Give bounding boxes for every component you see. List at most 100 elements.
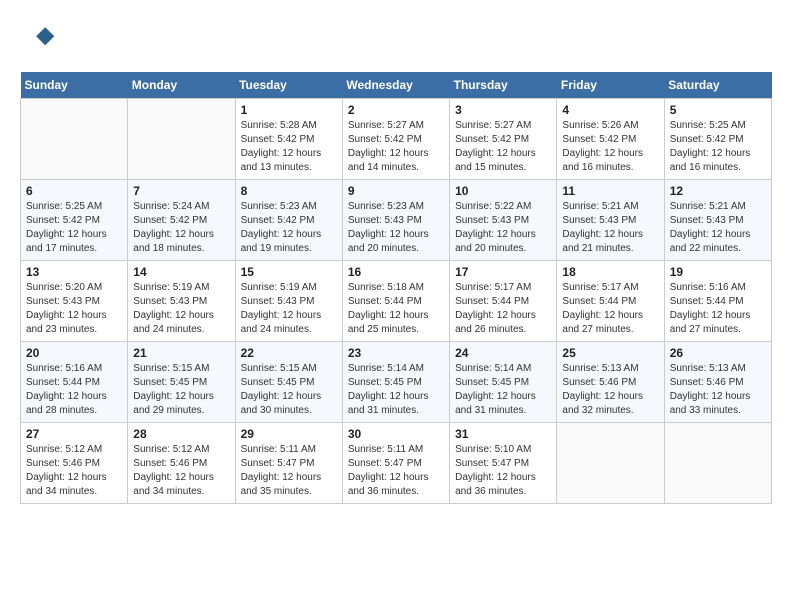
day-cell: 10 Sunrise: 5:22 AM Sunset: 5:43 PM Dayli…	[450, 180, 557, 261]
day-number: 17	[455, 265, 551, 279]
day-cell: 28 Sunrise: 5:12 AM Sunset: 5:46 PM Dayli…	[128, 423, 235, 504]
day-cell: 2 Sunrise: 5:27 AM Sunset: 5:42 PM Daylig…	[342, 99, 449, 180]
day-info: Sunrise: 5:24 AM Sunset: 5:42 PM Dayligh…	[133, 200, 229, 256]
day-info: Sunrise: 5:14 AM Sunset: 5:45 PM Dayligh…	[348, 362, 444, 418]
day-number: 2	[348, 103, 444, 117]
calendar-table: SundayMondayTuesdayWednesdayThursdayFrid…	[20, 72, 772, 504]
day-number: 26	[670, 346, 766, 360]
day-number: 16	[348, 265, 444, 279]
col-header-tuesday: Tuesday	[235, 72, 342, 99]
col-header-friday: Friday	[557, 72, 664, 99]
day-number: 10	[455, 184, 551, 198]
day-cell: 27 Sunrise: 5:12 AM Sunset: 5:46 PM Dayli…	[21, 423, 128, 504]
week-row-5: 27 Sunrise: 5:12 AM Sunset: 5:46 PM Dayli…	[21, 423, 772, 504]
day-number: 23	[348, 346, 444, 360]
day-number: 27	[26, 427, 122, 441]
day-info: Sunrise: 5:25 AM Sunset: 5:42 PM Dayligh…	[670, 119, 766, 175]
day-info: Sunrise: 5:28 AM Sunset: 5:42 PM Dayligh…	[241, 119, 337, 175]
day-info: Sunrise: 5:17 AM Sunset: 5:44 PM Dayligh…	[562, 281, 658, 337]
day-cell: 21 Sunrise: 5:15 AM Sunset: 5:45 PM Dayli…	[128, 342, 235, 423]
day-info: Sunrise: 5:27 AM Sunset: 5:42 PM Dayligh…	[348, 119, 444, 175]
day-number: 19	[670, 265, 766, 279]
day-info: Sunrise: 5:22 AM Sunset: 5:43 PM Dayligh…	[455, 200, 551, 256]
day-info: Sunrise: 5:12 AM Sunset: 5:46 PM Dayligh…	[26, 443, 122, 499]
day-info: Sunrise: 5:26 AM Sunset: 5:42 PM Dayligh…	[562, 119, 658, 175]
day-info: Sunrise: 5:13 AM Sunset: 5:46 PM Dayligh…	[670, 362, 766, 418]
day-cell: 19 Sunrise: 5:16 AM Sunset: 5:44 PM Dayli…	[664, 261, 771, 342]
day-cell: 1 Sunrise: 5:28 AM Sunset: 5:42 PM Daylig…	[235, 99, 342, 180]
day-number: 24	[455, 346, 551, 360]
day-info: Sunrise: 5:14 AM Sunset: 5:45 PM Dayligh…	[455, 362, 551, 418]
day-cell: 22 Sunrise: 5:15 AM Sunset: 5:45 PM Dayli…	[235, 342, 342, 423]
day-number: 5	[670, 103, 766, 117]
day-cell: 11Sunrise: 5:21 AM Sunset: 5:43 PM Dayli…	[557, 180, 664, 261]
day-cell: 4 Sunrise: 5:26 AM Sunset: 5:42 PM Daylig…	[557, 99, 664, 180]
day-number: 28	[133, 427, 229, 441]
week-row-2: 6 Sunrise: 5:25 AM Sunset: 5:42 PM Daylig…	[21, 180, 772, 261]
day-cell: 25 Sunrise: 5:13 AM Sunset: 5:46 PM Dayli…	[557, 342, 664, 423]
day-info: Sunrise: 5:17 AM Sunset: 5:44 PM Dayligh…	[455, 281, 551, 337]
day-number: 15	[241, 265, 337, 279]
day-info: Sunrise: 5:19 AM Sunset: 5:43 PM Dayligh…	[241, 281, 337, 337]
header-row: SundayMondayTuesdayWednesdayThursdayFrid…	[21, 72, 772, 99]
day-info: Sunrise: 5:20 AM Sunset: 5:43 PM Dayligh…	[26, 281, 122, 337]
day-cell: 20 Sunrise: 5:16 AM Sunset: 5:44 PM Dayli…	[21, 342, 128, 423]
day-number: 25	[562, 346, 658, 360]
week-row-1: 1 Sunrise: 5:28 AM Sunset: 5:42 PM Daylig…	[21, 99, 772, 180]
day-cell: 31Sunrise: 5:10 AM Sunset: 5:47 PM Dayli…	[450, 423, 557, 504]
col-header-thursday: Thursday	[450, 72, 557, 99]
day-info: Sunrise: 5:18 AM Sunset: 5:44 PM Dayligh…	[348, 281, 444, 337]
day-number: 13	[26, 265, 122, 279]
day-info: Sunrise: 5:27 AM Sunset: 5:42 PM Dayligh…	[455, 119, 551, 175]
col-header-wednesday: Wednesday	[342, 72, 449, 99]
day-cell: 23 Sunrise: 5:14 AM Sunset: 5:45 PM Dayli…	[342, 342, 449, 423]
day-number: 31	[455, 427, 551, 441]
day-info: Sunrise: 5:11 AM Sunset: 5:47 PM Dayligh…	[241, 443, 337, 499]
day-number: 14	[133, 265, 229, 279]
day-number: 30	[348, 427, 444, 441]
day-number: 6	[26, 184, 122, 198]
day-cell: 24 Sunrise: 5:14 AM Sunset: 5:45 PM Dayli…	[450, 342, 557, 423]
day-number: 8	[241, 184, 337, 198]
day-number: 22	[241, 346, 337, 360]
day-number: 4	[562, 103, 658, 117]
day-info: Sunrise: 5:13 AM Sunset: 5:46 PM Dayligh…	[562, 362, 658, 418]
day-info: Sunrise: 5:15 AM Sunset: 5:45 PM Dayligh…	[133, 362, 229, 418]
day-info: Sunrise: 5:16 AM Sunset: 5:44 PM Dayligh…	[670, 281, 766, 337]
day-cell: 18Sunrise: 5:17 AM Sunset: 5:44 PM Dayli…	[557, 261, 664, 342]
day-cell: 16 Sunrise: 5:18 AM Sunset: 5:44 PM Dayli…	[342, 261, 449, 342]
day-info: Sunrise: 5:23 AM Sunset: 5:42 PM Dayligh…	[241, 200, 337, 256]
day-cell	[128, 99, 235, 180]
day-cell: 7 Sunrise: 5:24 AM Sunset: 5:42 PM Daylig…	[128, 180, 235, 261]
logo-icon	[20, 20, 56, 56]
week-row-4: 20 Sunrise: 5:16 AM Sunset: 5:44 PM Dayli…	[21, 342, 772, 423]
day-info: Sunrise: 5:19 AM Sunset: 5:43 PM Dayligh…	[133, 281, 229, 337]
day-cell: 26 Sunrise: 5:13 AM Sunset: 5:46 PM Dayli…	[664, 342, 771, 423]
day-number: 29	[241, 427, 337, 441]
day-info: Sunrise: 5:21 AM Sunset: 5:43 PM Dayligh…	[670, 200, 766, 256]
day-cell: 9Sunrise: 5:23 AM Sunset: 5:43 PM Daylig…	[342, 180, 449, 261]
day-number: 20	[26, 346, 122, 360]
day-number: 1	[241, 103, 337, 117]
day-info: Sunrise: 5:15 AM Sunset: 5:45 PM Dayligh…	[241, 362, 337, 418]
day-cell	[557, 423, 664, 504]
day-number: 21	[133, 346, 229, 360]
col-header-saturday: Saturday	[664, 72, 771, 99]
day-cell: 12Sunrise: 5:21 AM Sunset: 5:43 PM Dayli…	[664, 180, 771, 261]
day-cell: 29 Sunrise: 5:11 AM Sunset: 5:47 PM Dayli…	[235, 423, 342, 504]
day-number: 7	[133, 184, 229, 198]
week-row-3: 13 Sunrise: 5:20 AM Sunset: 5:43 PM Dayli…	[21, 261, 772, 342]
day-info: Sunrise: 5:25 AM Sunset: 5:42 PM Dayligh…	[26, 200, 122, 256]
day-cell	[664, 423, 771, 504]
day-cell: 17 Sunrise: 5:17 AM Sunset: 5:44 PM Dayli…	[450, 261, 557, 342]
col-header-monday: Monday	[128, 72, 235, 99]
day-cell	[21, 99, 128, 180]
day-cell: 5 Sunrise: 5:25 AM Sunset: 5:42 PM Daylig…	[664, 99, 771, 180]
day-number: 11	[562, 184, 658, 198]
day-cell: 6 Sunrise: 5:25 AM Sunset: 5:42 PM Daylig…	[21, 180, 128, 261]
day-info: Sunrise: 5:16 AM Sunset: 5:44 PM Dayligh…	[26, 362, 122, 418]
day-cell: 13 Sunrise: 5:20 AM Sunset: 5:43 PM Dayli…	[21, 261, 128, 342]
day-number: 9	[348, 184, 444, 198]
day-info: Sunrise: 5:12 AM Sunset: 5:46 PM Dayligh…	[133, 443, 229, 499]
logo	[20, 20, 60, 56]
